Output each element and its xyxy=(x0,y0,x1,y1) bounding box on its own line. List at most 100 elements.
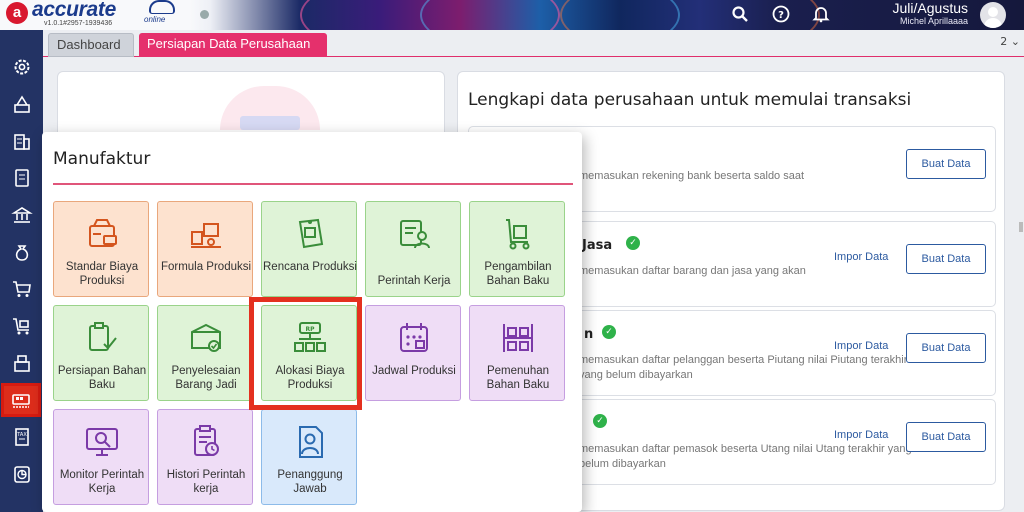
check-icon: ✓ xyxy=(593,414,607,428)
finished-goods-icon xyxy=(191,323,221,352)
bank-icon xyxy=(10,207,33,223)
popup-title: Manufaktur xyxy=(53,149,151,169)
cart-icon xyxy=(12,281,31,297)
menu-item-perintah-kerja[interactable]: Perintah Kerja xyxy=(365,201,461,297)
help-icon[interactable]: ? xyxy=(771,5,791,25)
menu-item-jadwal-produksi[interactable]: Jadwal Produksi xyxy=(365,305,461,401)
menu-item-pengambilan-bahan-baku[interactable]: Pengambilan Bahan Baku xyxy=(469,201,565,297)
menu-item-label: Rencana Produksi xyxy=(263,261,357,273)
status-dot xyxy=(200,10,209,19)
menu-item-label: Perintah Kerja xyxy=(377,275,451,287)
menu-item-label: Pemenuhan Bahan Baku xyxy=(486,365,550,391)
tab-count-dropdown[interactable]: 2 ⌄ xyxy=(1000,35,1020,48)
panel-title: Lengkapi data perusahaan untuk memulai t… xyxy=(468,90,912,110)
company-icon xyxy=(13,95,30,113)
sidebar-item-cart-box[interactable] xyxy=(0,309,43,343)
task-description: memasukan daftar barang dan jasa yang ak… xyxy=(579,265,806,277)
work-order-icon xyxy=(400,220,430,249)
svg-text:?: ? xyxy=(778,10,784,21)
menu-item-persiapan-bahan-baku[interactable]: Persiapan Bahan Baku xyxy=(53,305,149,401)
sidebar-item-manufacturing[interactable] xyxy=(1,383,41,417)
cost-standard-icon xyxy=(89,219,117,247)
task-title: Jasa xyxy=(582,238,613,253)
highlight-box xyxy=(249,297,362,410)
scrollbar-handle[interactable] xyxy=(1019,222,1023,232)
material-prep-icon xyxy=(89,322,117,351)
menu-item-label: Standar Biaya Produksi xyxy=(65,261,139,287)
menu-item-label: Penanggung Jawab xyxy=(277,469,343,495)
version-label: v1.0.1#2957-1939436 xyxy=(44,20,113,27)
svg-text:TAX: TAX xyxy=(16,432,27,438)
create-data-button[interactable]: Buat Data xyxy=(906,244,986,274)
task-description: memasukan daftar pemasok beserta Utang n… xyxy=(579,443,912,470)
sidebar-item-company[interactable] xyxy=(0,87,43,121)
menu-item-monitor-perintah-kerja[interactable]: Monitor Perintah Kerja xyxy=(53,409,149,505)
import-data-link[interactable]: Impor Data xyxy=(834,340,888,352)
task-description: memasukan daftar pelanggan beserta Piuta… xyxy=(579,354,908,381)
material-fulfill-icon xyxy=(503,324,533,352)
app-logo[interactable]: a accurate online v1.0.1#2957-1939436 xyxy=(4,0,184,29)
settings-icon xyxy=(14,59,29,75)
menu-item-penanggung-jawab[interactable]: Penanggung Jawab xyxy=(261,409,357,505)
ledger-icon xyxy=(14,169,29,187)
menu-item-penyelesaian-barang-jadi[interactable]: Penyelesaian Barang Jadi xyxy=(157,305,253,401)
menu-item-label: Persiapan Bahan Baku xyxy=(57,365,147,391)
menu-item-label: Formula Produksi xyxy=(160,261,252,273)
task-title: n xyxy=(584,327,594,342)
sidebar: TAX xyxy=(0,30,43,512)
menu-item-label: Monitor Perintah Kerja xyxy=(59,469,145,495)
divider xyxy=(53,183,573,185)
money-bag-icon xyxy=(15,245,28,261)
sidebar-item-bank[interactable] xyxy=(0,198,43,232)
logo-mark: a xyxy=(6,2,28,24)
building-icon xyxy=(13,134,30,150)
logo-suffix: online xyxy=(144,15,166,24)
check-icon: ✓ xyxy=(626,236,640,250)
schedule-icon xyxy=(400,323,428,352)
menu-item-label: Pengambilan Bahan Baku xyxy=(484,261,552,287)
cloud-icon xyxy=(149,0,175,14)
import-data-link[interactable]: Impor Data xyxy=(834,429,888,441)
check-icon: ✓ xyxy=(602,325,616,339)
production-plan-icon xyxy=(298,218,324,249)
manufacturing-icon xyxy=(12,394,30,408)
monitor-icon xyxy=(86,428,118,456)
sidebar-item-settings[interactable] xyxy=(0,50,43,84)
report-icon xyxy=(13,466,30,483)
formula-icon xyxy=(191,223,221,248)
menu-item-label: Jadwal Produksi xyxy=(372,365,456,377)
menu-item-formula-produksi[interactable]: Formula Produksi xyxy=(157,201,253,297)
person-in-charge-icon xyxy=(299,426,323,458)
tax-icon: TAX xyxy=(14,428,29,446)
task-description: memasukan rekening bank beserta saldo sa… xyxy=(579,170,805,182)
sidebar-item-building[interactable] xyxy=(0,124,43,158)
create-data-button[interactable]: Buat Data xyxy=(906,333,986,363)
menu-item-label: Penyelesaian Barang Jadi xyxy=(171,365,241,391)
avatar[interactable] xyxy=(980,2,1006,28)
bell-icon[interactable] xyxy=(811,5,831,25)
menu-item-rencana-produksi[interactable]: Rencana Produksi xyxy=(261,201,357,297)
history-icon xyxy=(194,425,219,456)
menu-item-pemenuhan-bahan-baku[interactable]: Pemenuhan Bahan Baku xyxy=(469,305,565,401)
menu-item-histori-perintah-kerja[interactable]: Histori Perintah kerja xyxy=(157,409,253,505)
search-icon[interactable] xyxy=(730,5,750,25)
top-bar: a accurate online v1.0.1#2957-1939436 ? … xyxy=(0,0,1024,30)
tab-dashboard[interactable]: Dashboard xyxy=(48,33,134,57)
import-data-link[interactable]: Impor Data xyxy=(834,251,888,263)
sidebar-item-tax[interactable]: TAX xyxy=(0,420,43,454)
tab-bar: Dashboard Persiapan Data Perusahaan 2 ⌄ xyxy=(43,30,1024,57)
user-name[interactable]: Michel Aprillaaaa xyxy=(900,16,968,26)
period-label[interactable]: Juli/Agustus xyxy=(893,0,968,16)
sidebar-item-ledger[interactable] xyxy=(0,161,43,195)
menu-item-label: Histori Perintah kerja xyxy=(166,469,246,495)
tab-persiapan-data-perusahaan[interactable]: Persiapan Data Perusahaan xyxy=(139,33,327,57)
sidebar-item-money[interactable] xyxy=(0,235,43,269)
menu-item-standar-biaya-produksi[interactable]: Standar Biaya Produksi xyxy=(53,201,149,297)
sidebar-item-inventory[interactable] xyxy=(0,346,43,380)
create-data-button[interactable]: Buat Data xyxy=(906,422,986,452)
sidebar-item-cart[interactable] xyxy=(0,272,43,306)
sidebar-item-report[interactable] xyxy=(0,457,43,491)
logo-wordmark: accurate xyxy=(32,0,116,21)
create-data-button[interactable]: Buat Data xyxy=(906,149,986,179)
material-pick-icon xyxy=(506,219,530,250)
